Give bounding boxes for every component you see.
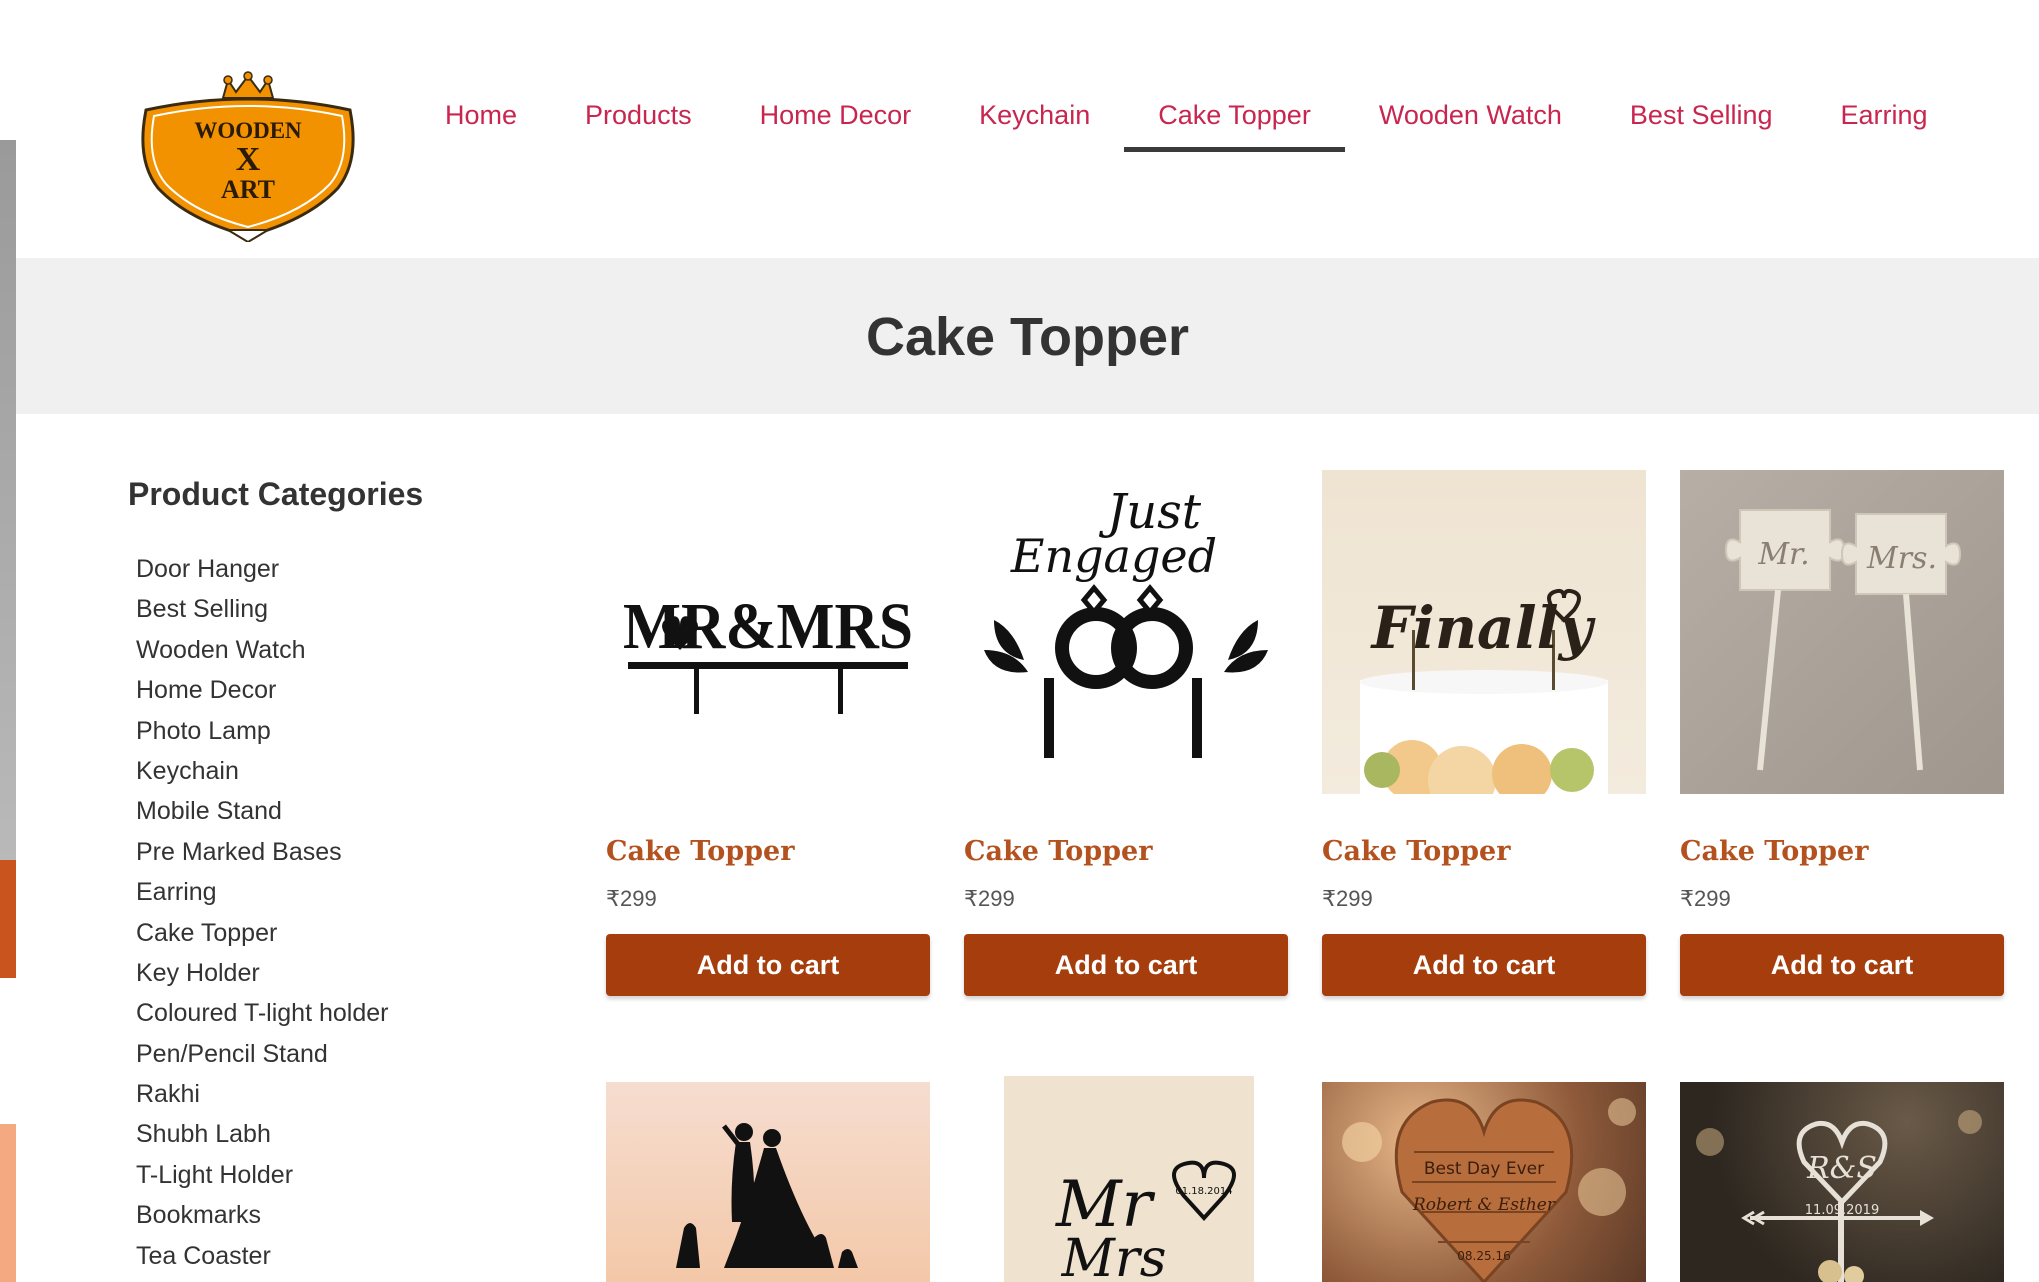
background-edge bbox=[0, 140, 16, 1282]
product-card: Mr Mrs 01.18.2014 bbox=[964, 1076, 1288, 1282]
nav-keychain[interactable]: Keychain bbox=[945, 92, 1124, 152]
product-image[interactable]: R&S 11.09.2019 bbox=[1680, 1082, 2004, 1282]
product-image[interactable]: Mr Mrs 01.18.2014 bbox=[964, 1076, 1288, 1282]
svg-text:R&S: R&S bbox=[1806, 1151, 1877, 1186]
add-to-cart-button[interactable]: Add to cart bbox=[964, 934, 1288, 996]
product-price: ₹299 bbox=[1680, 886, 1731, 911]
category-list: Door Hanger Best Selling Wooden Watch Ho… bbox=[128, 549, 458, 1276]
category-best-selling[interactable]: Best Selling bbox=[136, 589, 458, 629]
page-title-band: Cake Topper bbox=[16, 258, 2039, 414]
svg-text:Finally: Finally bbox=[1370, 594, 1597, 662]
category-bookmarks[interactable]: Bookmarks bbox=[136, 1195, 458, 1235]
product-price: ₹299 bbox=[964, 886, 1015, 911]
category-rakhi[interactable]: Rakhi bbox=[136, 1074, 458, 1114]
product-card: R&S 11.09.2019 bbox=[1680, 1082, 2004, 1282]
product-image[interactable]: Finally bbox=[1322, 470, 1646, 794]
sidebar-title: Product Categories bbox=[128, 476, 424, 512]
category-key-holder[interactable]: Key Holder bbox=[136, 953, 458, 993]
svg-text:Engaged: Engaged bbox=[1010, 529, 1217, 583]
product-image[interactable]: Best Day Ever Robert & Esther 08.25.16 bbox=[1322, 1082, 1646, 1282]
category-keychain[interactable]: Keychain bbox=[136, 751, 458, 791]
logo-text-line1: WOODEN bbox=[194, 118, 302, 143]
product-price: ₹299 bbox=[1322, 886, 1373, 911]
product-title[interactable]: Cake Topper bbox=[606, 836, 930, 876]
site-header: WOODEN X ART Home Products Home Decor Ke… bbox=[16, 0, 2039, 258]
main-nav: Home Products Home Decor Keychain Cake T… bbox=[411, 92, 1962, 152]
svg-text:Mr.: Mr. bbox=[1757, 537, 1809, 572]
product-card bbox=[606, 1082, 930, 1282]
nav-home-decor[interactable]: Home Decor bbox=[726, 92, 946, 152]
logo-text-line3: ART bbox=[221, 175, 275, 204]
category-wooden-watch[interactable]: Wooden Watch bbox=[136, 630, 458, 670]
nav-products[interactable]: Products bbox=[551, 92, 726, 152]
nav-wooden-watch[interactable]: Wooden Watch bbox=[1345, 92, 1596, 152]
category-coloured-t-light-holder[interactable]: Coloured T-light holder bbox=[136, 993, 458, 1033]
product-card: MR&MRS Cake Topper ₹299 Add to cart bbox=[606, 470, 930, 996]
product-title[interactable]: Cake Topper bbox=[1680, 836, 2004, 876]
nav-cake-topper[interactable]: Cake Topper bbox=[1124, 92, 1345, 152]
add-to-cart-button[interactable]: Add to cart bbox=[1680, 934, 2004, 996]
product-image[interactable] bbox=[606, 1082, 930, 1282]
product-image[interactable]: MR&MRS bbox=[606, 470, 930, 794]
category-door-hanger[interactable]: Door Hanger bbox=[136, 549, 458, 589]
product-card: Best Day Ever Robert & Esther 08.25.16 bbox=[1322, 1082, 1646, 1282]
product-title[interactable]: Cake Topper bbox=[1322, 836, 1646, 876]
product-image[interactable]: Just Engaged bbox=[964, 470, 1288, 794]
category-mobile-stand[interactable]: Mobile Stand bbox=[136, 791, 458, 831]
product-price: ₹299 bbox=[606, 886, 657, 911]
product-card: Finally Cake Topper ₹299 Add to cart bbox=[1322, 470, 1646, 996]
page-title: Cake Topper bbox=[865, 307, 1190, 367]
svg-text:Mrs.: Mrs. bbox=[1866, 541, 1937, 576]
add-to-cart-button[interactable]: Add to cart bbox=[606, 934, 930, 996]
svg-text:Robert & Esther: Robert & Esther bbox=[1412, 1195, 1556, 1215]
category-t-light-holder[interactable]: T-Light Holder bbox=[136, 1155, 458, 1195]
svg-text:Mrs: Mrs bbox=[1061, 1229, 1167, 1282]
nav-earring[interactable]: Earring bbox=[1807, 92, 1962, 152]
product-card: Mr. Mrs. Cake Topper ₹299 Add to cart bbox=[1680, 470, 2004, 996]
svg-text:01.18.2014: 01.18.2014 bbox=[1175, 1186, 1232, 1197]
category-pre-marked-bases[interactable]: Pre Marked Bases bbox=[136, 832, 458, 872]
product-card: Just Engaged Cake Topper ₹299 Add to car… bbox=[964, 470, 1288, 996]
nav-home[interactable]: Home bbox=[411, 92, 551, 152]
nav-best-selling[interactable]: Best Selling bbox=[1596, 92, 1807, 152]
category-cake-topper[interactable]: Cake Topper bbox=[136, 913, 458, 953]
add-to-cart-button[interactable]: Add to cart bbox=[1322, 934, 1646, 996]
svg-text:08.25.16: 08.25.16 bbox=[1457, 1249, 1510, 1263]
product-title[interactable]: Cake Topper bbox=[964, 836, 1288, 876]
category-tea-coaster[interactable]: Tea Coaster bbox=[136, 1236, 458, 1276]
category-earring[interactable]: Earring bbox=[136, 872, 458, 912]
category-home-decor[interactable]: Home Decor bbox=[136, 670, 458, 710]
product-image[interactable]: Mr. Mrs. bbox=[1680, 470, 2004, 794]
brand-logo[interactable]: WOODEN X ART bbox=[128, 70, 368, 244]
category-photo-lamp[interactable]: Photo Lamp bbox=[136, 711, 458, 751]
category-shubh-labh[interactable]: Shubh Labh bbox=[136, 1114, 458, 1154]
category-sidebar: Product Categories Door Hanger Best Sell… bbox=[128, 476, 458, 1276]
logo-text-line2: X bbox=[236, 141, 261, 178]
category-pen-pencil-stand[interactable]: Pen/Pencil Stand bbox=[136, 1034, 458, 1074]
svg-text:Best Day Ever: Best Day Ever bbox=[1424, 1159, 1544, 1179]
